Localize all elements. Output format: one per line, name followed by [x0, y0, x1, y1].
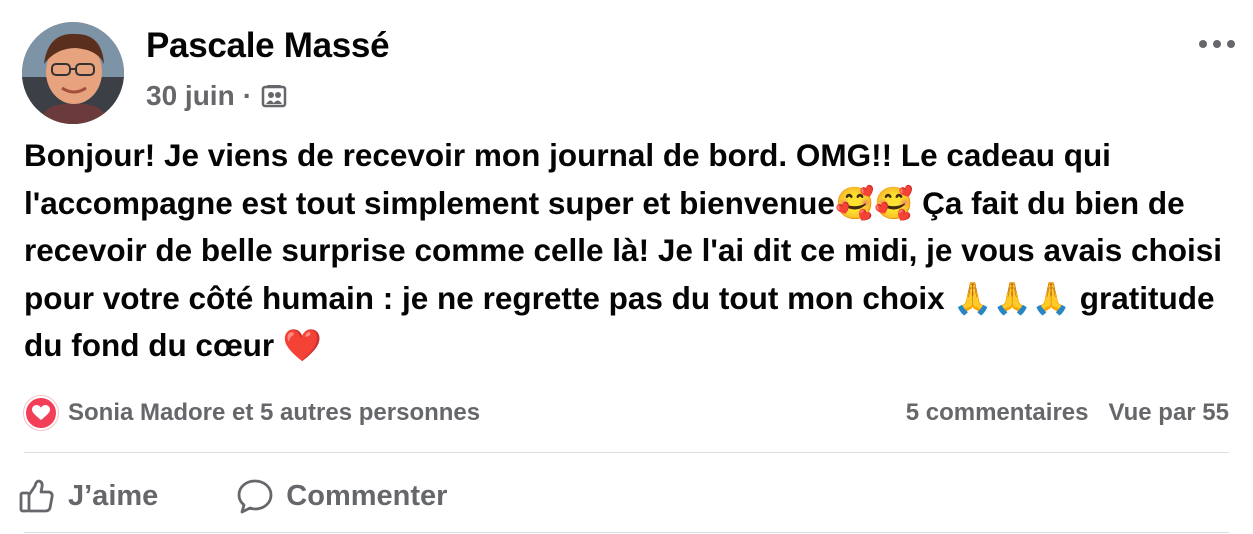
author-name[interactable]: Pascale Massé — [146, 26, 390, 66]
reactions-summary[interactable]: Sonia Madore et 5 autres personnes — [68, 399, 480, 427]
comment-button[interactable]: Commenter — [236, 477, 447, 515]
views-count: Vue par 55 — [1108, 399, 1229, 426]
love-reaction-icon[interactable] — [24, 396, 58, 430]
action-bar: J’aime Commenter — [18, 470, 447, 522]
reactions-row: Sonia Madore et 5 autres personnes 5 com… — [24, 393, 1229, 433]
bottom-divider — [24, 532, 1229, 533]
more-icon — [1199, 40, 1235, 48]
thumbs-up-icon — [18, 477, 56, 515]
post-date[interactable]: 30 juin — [146, 80, 235, 112]
more-options-button[interactable] — [1193, 30, 1241, 58]
avatar[interactable] — [22, 22, 124, 124]
like-label: J’aime — [68, 479, 159, 512]
comment-bubble-icon — [236, 477, 274, 515]
post-meta: 30 juin · — [146, 80, 288, 112]
post-text: Bonjour! Je viens de recevoir mon journa… — [24, 137, 1231, 363]
meta-separator: · — [242, 80, 253, 111]
comments-count[interactable]: 5 commentaires — [906, 399, 1089, 427]
facebook-post: Pascale Massé 30 juin · Bonjour! Je vien… — [0, 0, 1253, 534]
photo-album-icon — [260, 82, 288, 110]
like-button[interactable]: J’aime — [18, 477, 158, 515]
divider — [24, 452, 1229, 453]
comment-label: Commenter — [286, 479, 448, 512]
